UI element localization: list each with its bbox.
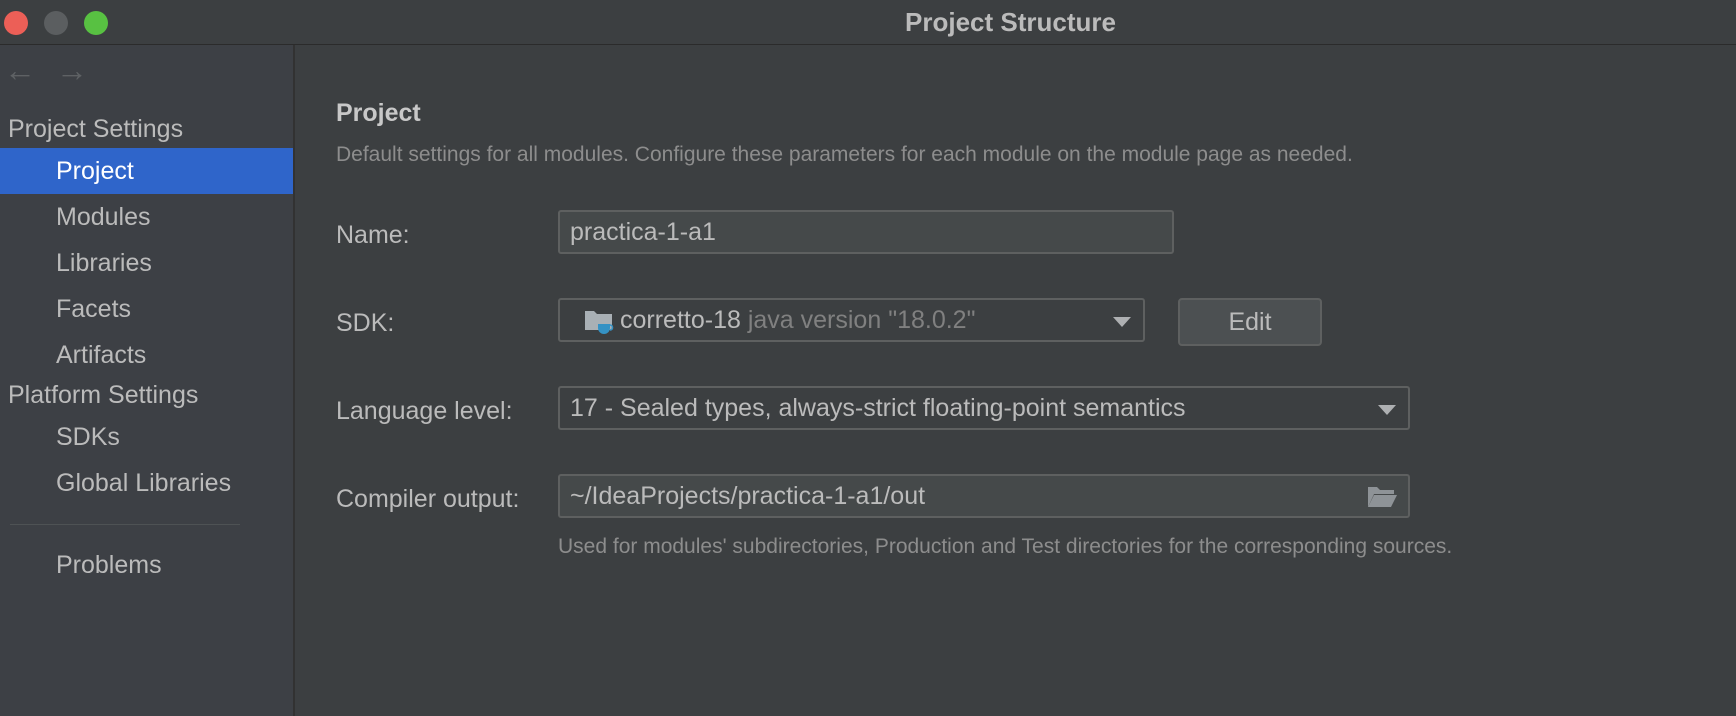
sdk-version: java version "18.0.2" xyxy=(747,306,976,334)
sdk-folder-icon xyxy=(585,311,614,335)
sdk-label: SDK: xyxy=(336,309,395,337)
sidebar-item-label: Facets xyxy=(56,295,132,323)
sidebar-item-project[interactable]: Project xyxy=(0,148,293,194)
language-level-label: Language level: xyxy=(336,397,513,425)
window-title: Project Structure xyxy=(905,7,1116,37)
compiler-output-field[interactable]: ~/IdeaProjects/practica-1-a1/out xyxy=(558,474,1410,518)
sidebar-item-label: Problems xyxy=(56,551,162,579)
sidebar-item-label: Modules xyxy=(56,203,151,231)
sidebar-item-sdks[interactable]: SDKs xyxy=(0,414,293,460)
language-level-value: 17 - Sealed types, always-strict floatin… xyxy=(570,394,1186,422)
page-title: Project xyxy=(336,99,421,127)
project-settings-header: Project Settings xyxy=(8,115,184,143)
sidebar-item-artifacts[interactable]: Artifacts xyxy=(0,332,293,378)
sidebar-item-label: SDKs xyxy=(56,423,120,451)
sidebar-item-label: Project xyxy=(56,157,134,185)
sidebar-item-modules[interactable]: Modules xyxy=(0,194,293,240)
sidebar-item-global-libraries[interactable]: Global Libraries xyxy=(0,460,293,506)
sidebar: ← → Project Settings Project Modules Lib… xyxy=(0,45,295,716)
name-label: Name: xyxy=(336,221,410,249)
main-panel: Project Default settings for all modules… xyxy=(295,45,1736,716)
sidebar-item-libraries[interactable]: Libraries xyxy=(0,240,293,286)
sidebar-divider xyxy=(10,524,240,525)
sidebar-item-label: Libraries xyxy=(56,249,152,277)
sidebar-item-label: Global Libraries xyxy=(56,469,232,497)
sidebar-item-problems[interactable]: Problems xyxy=(0,542,293,588)
page-description: Default settings for all modules. Config… xyxy=(336,143,1353,166)
folder-browse-icon[interactable] xyxy=(1366,484,1398,510)
sdk-dropdown[interactable]: corretto-18 java version "18.0.2" xyxy=(558,298,1145,342)
compiler-output-value: ~/IdeaProjects/practica-1-a1/out xyxy=(570,482,926,510)
chevron-down-icon xyxy=(1113,317,1131,327)
sdk-name: corretto-18 xyxy=(620,306,741,334)
edit-sdk-button[interactable]: Edit xyxy=(1178,298,1322,346)
language-level-dropdown[interactable]: 17 - Sealed types, always-strict floatin… xyxy=(558,386,1410,430)
sidebar-item-label: Artifacts xyxy=(56,341,147,369)
sidebar-item-facets[interactable]: Facets xyxy=(0,286,293,332)
title-bar: Project Structure xyxy=(0,0,1736,45)
forward-arrow-icon[interactable]: → xyxy=(56,54,88,86)
compiler-output-help: Used for modules' subdirectories, Produc… xyxy=(558,535,1453,558)
chevron-down-icon xyxy=(1378,405,1396,415)
back-arrow-icon[interactable]: ← xyxy=(4,54,36,86)
platform-settings-header: Platform Settings xyxy=(8,381,199,409)
compiler-output-label: Compiler output: xyxy=(336,485,520,513)
name-field[interactable]: practica-1-a1 xyxy=(558,210,1174,254)
